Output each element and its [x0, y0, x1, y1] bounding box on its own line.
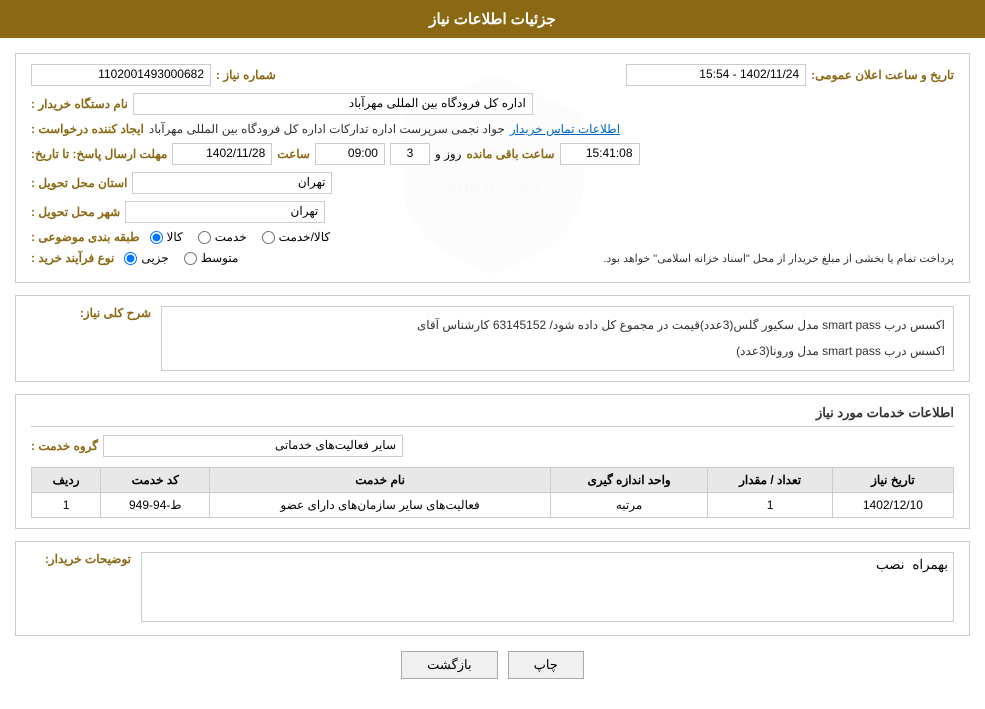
ostan-value: تهران [132, 172, 332, 194]
col-nam-khadamat: نام خدمت [210, 468, 550, 493]
khadamat-section-title: اطلاعات خدمات مورد نیاز [31, 405, 954, 427]
page-title: جزئیات اطلاعات نیاز [429, 11, 556, 28]
col-tarix-niaz: تاریخ نیاز [832, 468, 953, 493]
khadamat-table: تاریخ نیاز تعداد / مقدار واحد اندازه گیر… [31, 467, 954, 518]
sharh-line1: اکسس درب smart pass مدل ورونا(3عدد) [170, 341, 945, 363]
mohlat-label: مهلت ارسال پاسخ: تا تاریخ: [31, 147, 167, 161]
gruh-khadamat-value: سایر فعالیت‌های خدماتی [103, 435, 403, 457]
tabaqe-label: طبقه بندی موضوعی : [31, 230, 140, 244]
saat-label: ساعت [277, 147, 310, 161]
cell-tarix-niaz: 1402/12/10 [832, 493, 953, 518]
shahr-label: شهر محل تحویل : [31, 205, 120, 219]
cell-nam-khadamat: فعالیت‌های سایر سازمان‌های دارای عضو [210, 493, 550, 518]
tabaqe-kala-khidmat-label: کالا/خدمت [279, 230, 330, 244]
cell-vahed: مرتبه [550, 493, 708, 518]
nam-dastgah-value: اداره کل فرودگاه بین المللی مهرآباد [133, 93, 533, 115]
radio-khidmat[interactable] [198, 231, 211, 244]
tabaqe-radio-group: کالا/خدمت خدمت کالا [150, 230, 331, 244]
ettelaat-tamas-link[interactable]: اطلاعات تماس خریدار [510, 122, 620, 136]
cell-kod-khadamat: ط-94-949 [101, 493, 210, 518]
page-header: جزئیات اطلاعات نیاز [0, 0, 985, 38]
farayand-radio-group: متوسط جزیی [124, 251, 238, 265]
nam-dastgah-label: نام دستگاه خریدار : [31, 97, 128, 111]
gruh-khadamat-label: گروه خدمت : [31, 439, 98, 453]
ijad-konande-label: ایجاد کننده درخواست : [31, 122, 144, 136]
rozvaz-label: روز و [435, 147, 462, 161]
baghimande-value: 15:41:08 [560, 143, 640, 165]
tozihat-buyer-textarea[interactable]: بهمراه نصب [141, 552, 954, 622]
radio-kala-khidmat[interactable] [262, 231, 275, 244]
radio-jozi[interactable] [124, 252, 137, 265]
cell-radif: 1 [32, 493, 101, 518]
table-row: 1402/12/10 1 مرتبه فعالیت‌های سایر سازما… [32, 493, 954, 518]
radio-motevaset[interactable] [184, 252, 197, 265]
baghimande-label: ساعت باقی مانده [466, 147, 554, 161]
saat-value: 09:00 [315, 143, 385, 165]
sharh-line2: اکسس درب smart pass مدل سکیور گلس(3عدد)ق… [170, 315, 945, 337]
shomare-niaz-label: شماره نیاز : [216, 68, 276, 82]
sharh-kolli-box: اکسس درب smart pass مدل سکیور گلس(3عدد)ق… [161, 306, 954, 371]
col-vahed: واحد اندازه گیری [550, 468, 708, 493]
print-button[interactable]: چاپ [508, 651, 584, 679]
tabaqe-khidmat-label: خدمت [215, 230, 247, 244]
mohlat-date-value: 1402/11/28 [172, 143, 272, 165]
tarix-label: تاریخ و ساعت اعلان عمومی: [811, 68, 954, 82]
rozvaz-value: 3 [390, 143, 430, 165]
cell-tedad: 1 [708, 493, 832, 518]
bottom-buttons: چاپ بازگشت [15, 651, 970, 679]
farayand-note: پرداخت تمام یا بخشی از مبلغ خریدار از مح… [248, 252, 954, 265]
back-button[interactable]: بازگشت [401, 651, 497, 679]
ostan-label: استان محل تحویل : [31, 176, 127, 190]
tarix-value: 1402/11/24 - 15:54 [626, 64, 806, 86]
tozihat-label: توضیحات خریدار: [45, 552, 131, 566]
sharh-kolli-label: شرح کلی نیاز: [80, 306, 151, 320]
farayand-motevaset-label: متوسط [201, 251, 239, 265]
shahr-value: تهران [125, 201, 325, 223]
farayand-label: نوع فرآیند خرید : [31, 251, 114, 265]
tabaqe-kala-label: کالا [167, 230, 183, 244]
farayand-jozi-label: جزیی [141, 251, 168, 265]
shomare-niaz-value: 1102001493000682 [31, 64, 211, 86]
ijad-konande-value: جواد نجمی سرپرست اداره تدارکات اداره کل … [149, 122, 505, 136]
col-kod-khadamat: کد خدمت [101, 468, 210, 493]
radio-kala[interactable] [150, 231, 163, 244]
col-tedad: تعداد / مقدار [708, 468, 832, 493]
col-radif: ردیف [32, 468, 101, 493]
